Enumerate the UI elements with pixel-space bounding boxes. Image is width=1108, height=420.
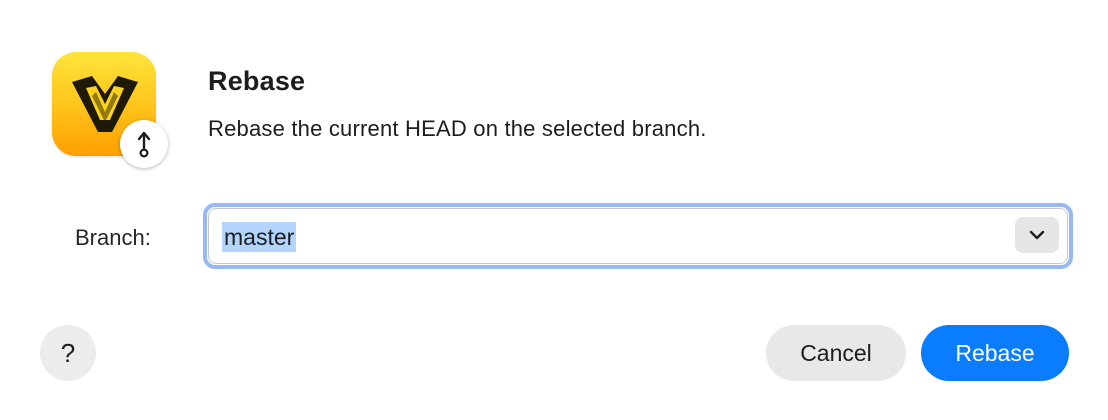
combobox-border [208, 208, 1068, 264]
branch-label: Branch: [75, 225, 151, 250]
branch-dropdown-button[interactable] [1015, 217, 1059, 253]
branch-combobox[interactable]: master [203, 203, 1073, 269]
help-button[interactable]: ? [40, 325, 96, 381]
dialog-message: Rebase the current HEAD on the selected … [208, 116, 707, 141]
rebase-button[interactable]: Rebase [921, 325, 1069, 381]
branch-input[interactable]: master [222, 222, 297, 252]
chevron-down-icon [1029, 230, 1045, 240]
cancel-button[interactable]: Cancel [766, 325, 906, 381]
rebase-dialog: Rebase Rebase the current HEAD on the se… [0, 0, 1108, 420]
rebase-arrow-icon [120, 120, 168, 168]
dialog-title: Rebase [208, 66, 306, 96]
